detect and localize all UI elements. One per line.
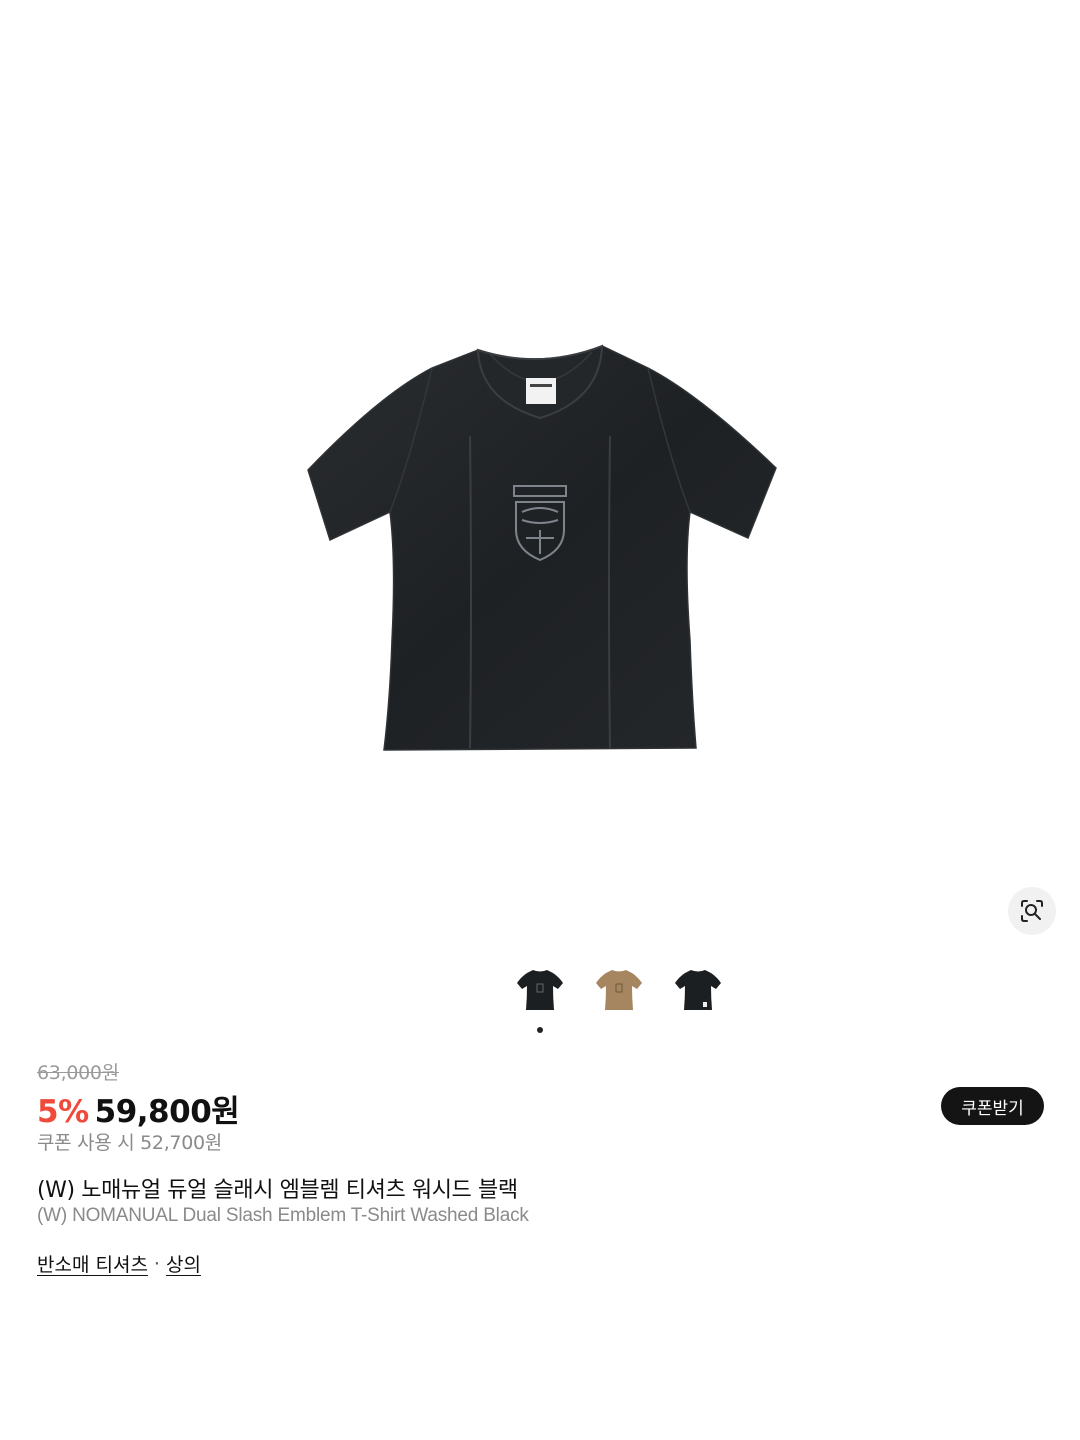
- price-row: 5% 59,800원: [37, 1086, 240, 1131]
- breadcrumb-separator: ·: [153, 1252, 160, 1275]
- breadcrumb-item-short-sleeve[interactable]: 반소매 티셔츠: [37, 1250, 148, 1277]
- thumbnail-brown[interactable]: [592, 962, 646, 1016]
- discount-rate: 5%: [37, 1094, 89, 1130]
- original-price: 63,000원: [37, 1062, 119, 1084]
- product-image-area[interactable]: [0, 0, 1080, 960]
- coupon-price: 쿠폰 사용 시 52,700원: [37, 1132, 222, 1154]
- thumbnail-strip: [0, 962, 1080, 1018]
- image-search-icon: [1021, 900, 1043, 922]
- sale-price: 59,800원: [94, 1094, 240, 1130]
- category-breadcrumb: 반소매 티셔츠 · 상의: [37, 1250, 201, 1277]
- product-title-en: (W) NOMANUAL Dual Slash Emblem T-Shirt W…: [37, 1205, 529, 1226]
- tshirt-thumbnail-icon: [596, 970, 642, 1010]
- tshirt-thumbnail-icon: [517, 970, 563, 1010]
- gallery-indicator-dot: [537, 1027, 543, 1033]
- thumbnail-black-alt[interactable]: [671, 962, 725, 1016]
- thumbnail-black[interactable]: [513, 962, 567, 1016]
- image-search-button[interactable]: [1008, 887, 1056, 935]
- breadcrumb-item-tops[interactable]: 상의: [166, 1250, 201, 1277]
- product-image: [307, 344, 777, 751]
- get-coupon-button[interactable]: 쿠폰받기: [941, 1087, 1044, 1125]
- product-title-ko: (W) 노매뉴얼 듀얼 슬래시 엠블렘 티셔츠 워시드 블랙: [37, 1178, 518, 1203]
- tshirt-thumbnail-icon: [675, 970, 721, 1010]
